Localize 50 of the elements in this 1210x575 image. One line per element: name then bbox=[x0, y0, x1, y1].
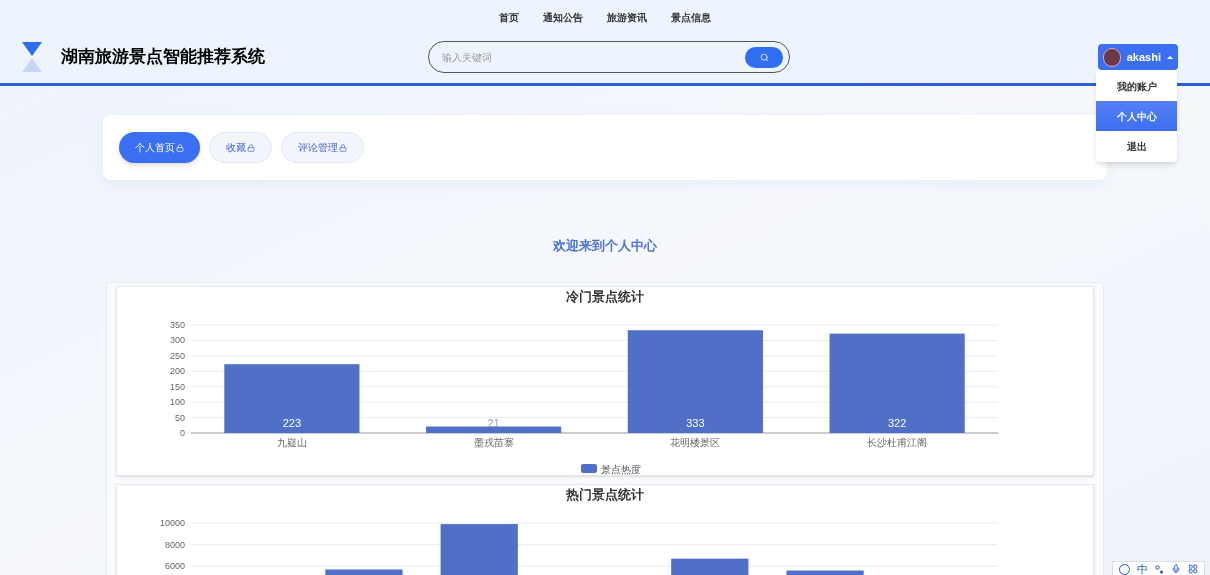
lock-icon bbox=[247, 143, 255, 152]
data-label: 333 bbox=[686, 416, 705, 429]
caret-icon bbox=[1167, 55, 1173, 59]
tab[interactable]: 个人首页 bbox=[119, 132, 200, 163]
hourglass-icon bbox=[20, 41, 44, 73]
search-field[interactable]: 输入关键词 bbox=[442, 49, 745, 65]
y-tick-label: 300 bbox=[169, 334, 185, 345]
menu-item[interactable]: 退出 bbox=[1096, 131, 1177, 161]
tab[interactable]: 评论管理 bbox=[281, 132, 364, 163]
y-tick-label: 10000 bbox=[159, 517, 185, 528]
y-tick-label: 8000 bbox=[164, 539, 185, 550]
search-bar[interactable]: 输入关键词 bbox=[428, 41, 790, 73]
x-tick-label: 长沙杜甫江阁 bbox=[867, 436, 928, 448]
y-tick-label: 100 bbox=[169, 396, 185, 407]
data-label: 21 bbox=[487, 416, 500, 429]
x-tick-label: 花明楼景区 bbox=[670, 436, 721, 448]
nav-link[interactable]: 景点信息 bbox=[671, 10, 711, 34]
grid-icon[interactable] bbox=[1188, 564, 1199, 574]
chart-title: 热门景点统计 bbox=[565, 485, 645, 504]
y-tick-label: 350 bbox=[169, 319, 185, 330]
data-label: 223 bbox=[282, 416, 302, 429]
microphone-icon[interactable] bbox=[1171, 564, 1182, 574]
welcome-heading: 欢迎来到个人中心 bbox=[553, 237, 657, 255]
lock-icon bbox=[339, 143, 347, 152]
data-label: 322 bbox=[887, 416, 907, 429]
y-tick-label: 50 bbox=[175, 412, 185, 423]
chart-title: 冷门景点统计 bbox=[565, 287, 645, 306]
x-tick-label: 九嶷山 bbox=[276, 436, 307, 448]
nav-link[interactable]: 通知公告 bbox=[543, 10, 583, 34]
punctuation-icon[interactable] bbox=[1154, 564, 1164, 574]
y-tick-label: 200 bbox=[169, 365, 185, 376]
x-tick-label: 墨戎苗寨 bbox=[473, 436, 514, 448]
user-button[interactable]: akashi bbox=[1098, 44, 1178, 70]
avatar bbox=[1103, 47, 1121, 67]
y-tick-label: 6000 bbox=[164, 560, 185, 571]
nav-link[interactable]: 首页 bbox=[499, 10, 519, 34]
nav-link[interactable]: 旅游资讯 bbox=[607, 10, 647, 34]
lock-icon bbox=[176, 143, 184, 152]
legend-label: 景点热度 bbox=[601, 463, 641, 475]
search-button[interactable] bbox=[745, 46, 783, 68]
y-tick-label: 250 bbox=[169, 350, 185, 361]
tab[interactable]: 收藏 bbox=[209, 132, 272, 163]
y-tick-label: 0 bbox=[180, 427, 185, 438]
input-mode[interactable]: 中 bbox=[1136, 563, 1148, 575]
menu-item[interactable]: 个人中心 bbox=[1096, 101, 1177, 131]
legend: 景点热度 bbox=[581, 463, 641, 475]
search-icon bbox=[759, 52, 769, 62]
y-tick-label: 150 bbox=[169, 381, 185, 392]
menu-item[interactable]: 我的账户 bbox=[1096, 71, 1177, 101]
site-title: 湖南旅游景点智能推荐系统 bbox=[61, 46, 266, 69]
